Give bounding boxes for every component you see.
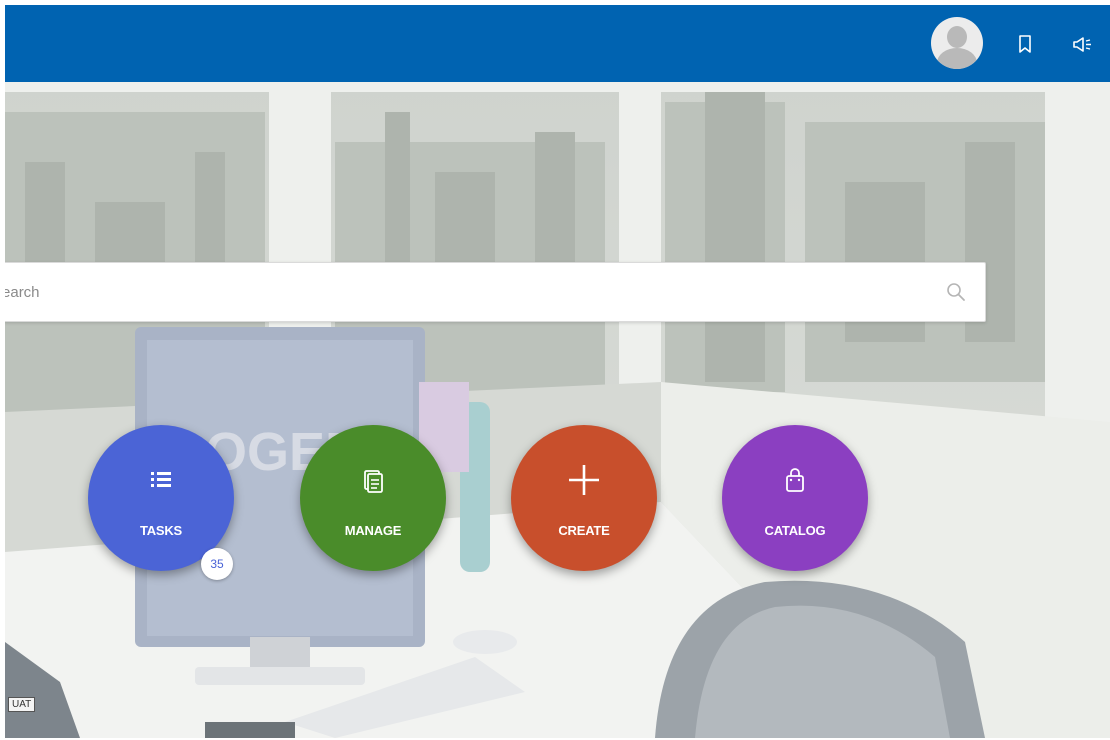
create-button[interactable]: CREATE [511,425,657,571]
app-frame: OGER Search TASKS 35 MANAGE CREATE CATAL… [5,5,1110,738]
plus-icon [565,461,603,499]
manage-label: MANAGE [344,523,402,538]
create-label: CREATE [558,523,610,538]
shopping-bag-icon [780,465,810,495]
top-navigation-bar [5,5,1110,82]
documents-icon [358,465,388,495]
catalog-button[interactable]: CATALOG [722,425,868,571]
catalog-label: CATALOG [764,523,826,538]
tasks-label: TASKS [139,523,183,538]
tasks-count-badge: 35 [201,548,233,580]
search-input[interactable] [5,263,924,321]
background-office-image: OGER [5,82,1110,738]
bookmark-icon[interactable] [1014,33,1036,55]
manage-button[interactable]: MANAGE [300,425,446,571]
search-icon[interactable] [945,281,967,303]
megaphone-icon[interactable] [1071,33,1093,55]
search-bar [5,262,986,322]
user-avatar-icon[interactable] [931,17,983,69]
environment-tag: UAT [8,697,36,712]
list-icon [146,465,176,495]
